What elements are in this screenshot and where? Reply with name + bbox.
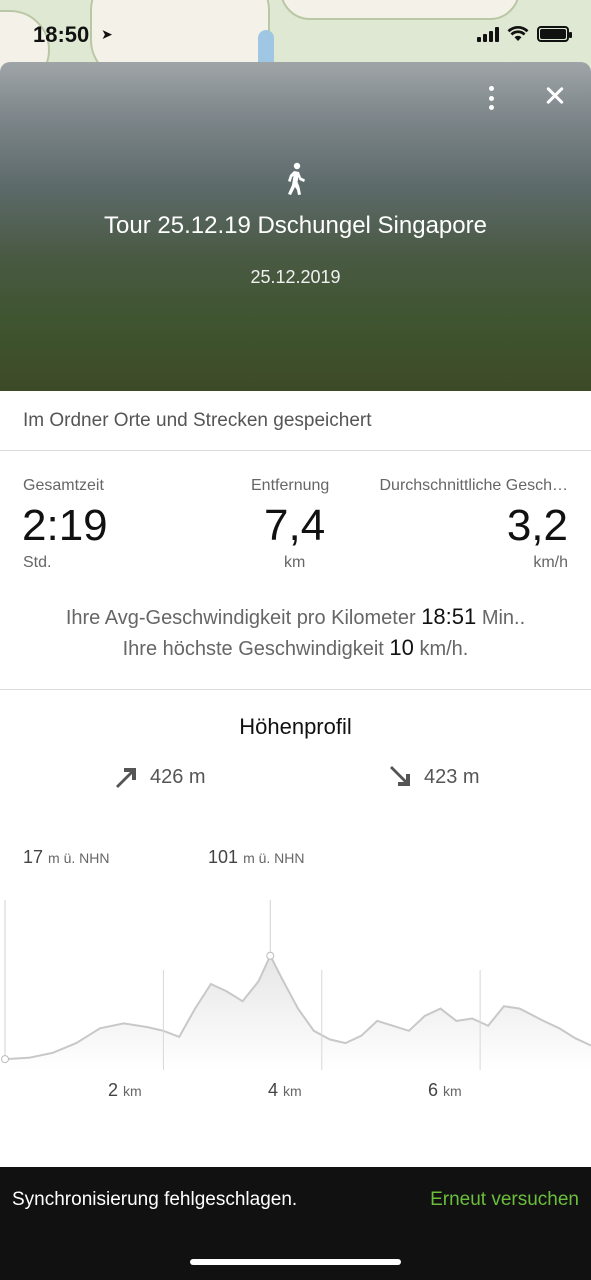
- descent-arrow-icon: [390, 766, 410, 786]
- cellular-signal-icon: [477, 26, 499, 42]
- walking-person-icon: [288, 162, 305, 195]
- status-bar: 18:50 ➤: [0, 0, 591, 64]
- distance-unit: km: [284, 554, 306, 571]
- distance-tick-2: 2 km: [108, 1080, 142, 1101]
- ascent: 426 m: [114, 764, 206, 790]
- avg-speed-value: 3,2: [506, 501, 568, 550]
- stats-panel: Gesamtzeit 2:19 Std. Entfernung 7,4 km D…: [0, 451, 591, 589]
- elevation-summary: 426 m 423 m: [0, 740, 591, 810]
- elevation-profile-graph: [1, 900, 591, 1070]
- distance-tick-unit: km: [283, 1083, 302, 1099]
- max-speed-line: Ihre höchste Geschwindigkeit 10 km/h.: [0, 633, 591, 664]
- ascent-value: 426 m: [150, 765, 206, 788]
- tour-detail-sheet: Tour 25.12.19 Dschungel Singapore 25.12.…: [0, 62, 591, 1280]
- distance-tick-value: 4: [268, 1080, 279, 1100]
- avg-pace-line: Ihre Avg-Geschwindigkeit pro Kilometer 1…: [0, 602, 591, 633]
- descent: 423 m: [388, 764, 480, 790]
- total-time-label: Gesamtzeit: [23, 477, 104, 494]
- more-options-icon[interactable]: [479, 84, 503, 112]
- retry-button[interactable]: Erneut versuchen: [430, 1189, 579, 1211]
- status-icons: [477, 26, 572, 42]
- folder-notice: Im Ordner Orte und Strecken gespeichert: [0, 391, 591, 451]
- elevation-profile-chart: 17 m ü. NHN 101 m ü. NHN 2 km 4 km 6 km: [0, 830, 591, 1160]
- avg-speed-unit: km/h: [533, 554, 568, 571]
- avg-pace-prefix: Ihre Avg-Geschwindigkeit pro Kilometer: [65, 607, 416, 629]
- descent-value: 423 m: [424, 765, 480, 788]
- distance-tick-value: 6: [428, 1080, 439, 1100]
- close-icon[interactable]: [539, 80, 571, 112]
- pace-summary: Ihre Avg-Geschwindigkeit pro Kilometer 1…: [0, 589, 591, 690]
- max-speed-unit: km/h.: [419, 638, 469, 660]
- distance-label: Entfernung: [251, 477, 330, 494]
- distance-tick-6: 6 km: [428, 1080, 462, 1101]
- battery-icon: [537, 26, 572, 42]
- distance-tick-value: 2: [108, 1080, 119, 1100]
- max-speed-value: 10: [389, 635, 414, 660]
- avg-speed-label: Durchschnittliche Gesch…: [379, 477, 568, 494]
- tour-date: 25.12.2019: [250, 267, 341, 287]
- peak-marker: [266, 951, 275, 960]
- home-indicator: [190, 1259, 401, 1265]
- total-time-value: 2:19: [22, 501, 108, 550]
- max-speed-prefix: Ihre höchste Geschwindigkeit: [122, 638, 384, 660]
- profile-area: [5, 955, 591, 1070]
- tour-hero: Tour 25.12.19 Dschungel Singapore 25.12.…: [0, 62, 591, 391]
- total-time-unit: Std.: [23, 554, 52, 571]
- sync-failed-snackbar: Synchronisierung fehlgeschlagen. Erneut …: [0, 1167, 591, 1280]
- avg-pace-value: 18:51: [421, 604, 477, 629]
- avg-pace-unit: Min..: [481, 607, 526, 629]
- wifi-icon: [507, 26, 529, 41]
- distance-tick-4: 4 km: [268, 1080, 302, 1101]
- distance-tick-unit: km: [123, 1083, 142, 1099]
- status-time: 18:50: [33, 22, 90, 47]
- distance-tick-unit: km: [443, 1083, 462, 1099]
- distance-value: 7,4: [264, 501, 326, 550]
- location-arrow-icon: ➤: [101, 26, 113, 42]
- elevation-title: Höhenprofil: [239, 714, 352, 739]
- tour-title: Tour 25.12.19 Dschungel Singapore: [104, 212, 487, 239]
- ascent-arrow-icon: [116, 768, 136, 788]
- snackbar-message: Synchronisierung fehlgeschlagen.: [12, 1189, 298, 1210]
- start-marker: [1, 1055, 9, 1064]
